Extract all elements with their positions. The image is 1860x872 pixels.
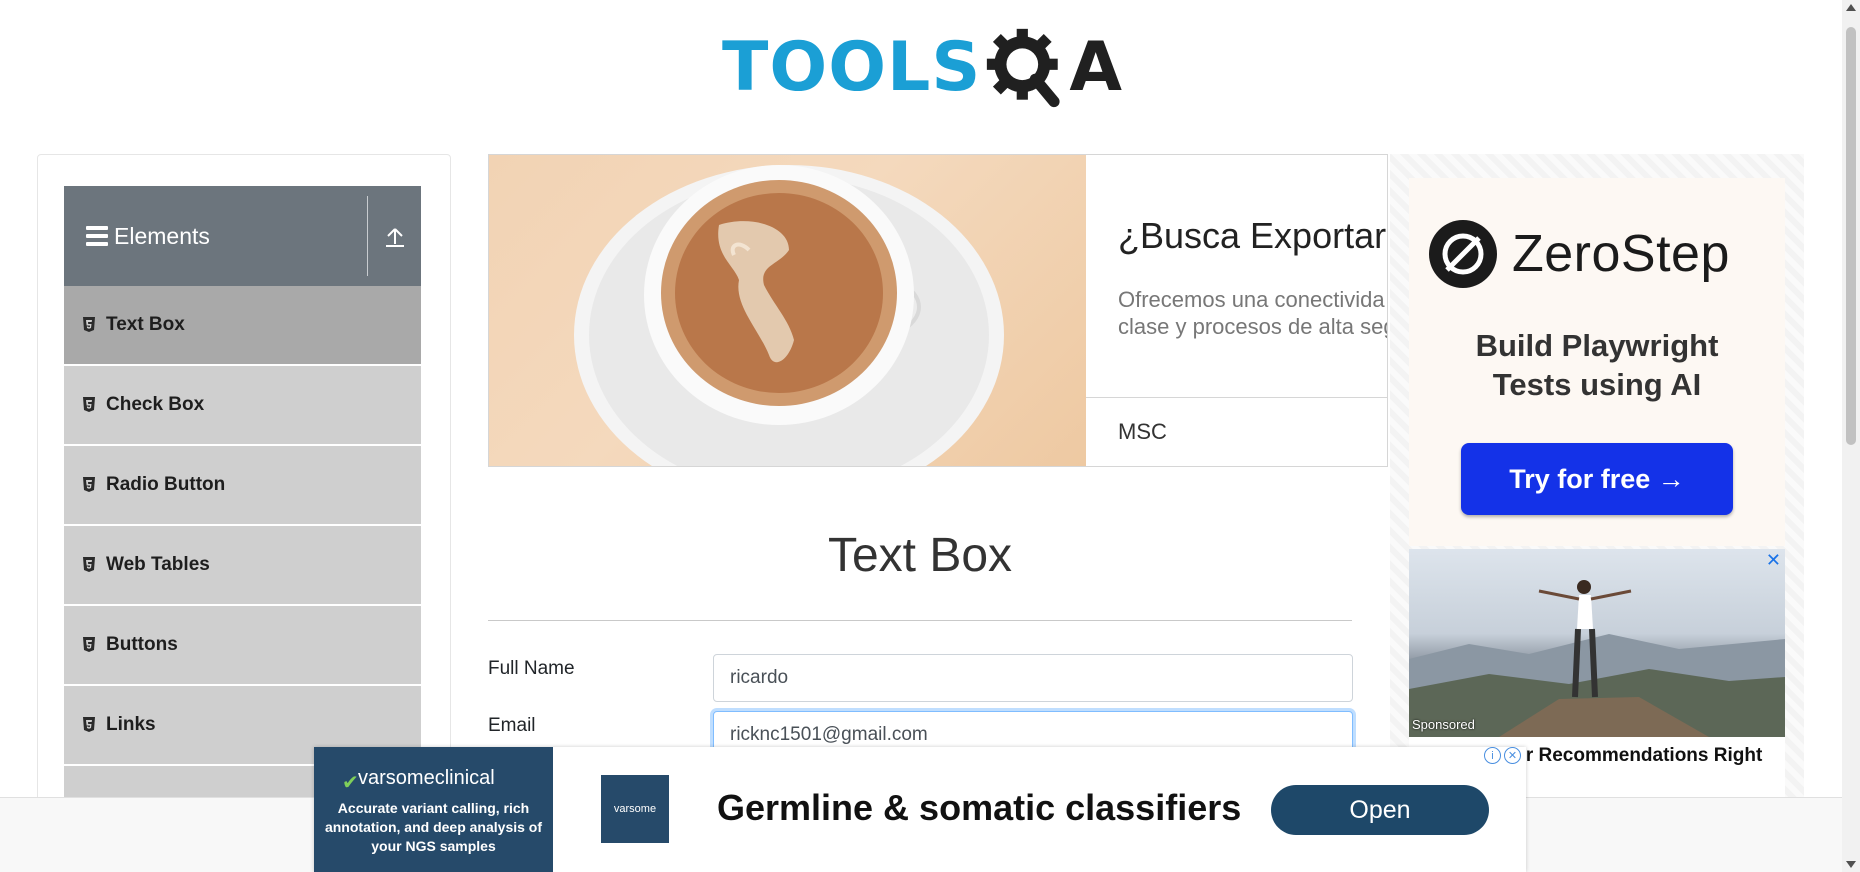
sidebar-item-check-box[interactable]: Check Box <box>64 366 421 446</box>
logo-suffix: A <box>1069 27 1122 107</box>
page: TOOLS A Elements Text Box Check Box Radi… <box>0 0 1860 872</box>
banner-copy: ¿Busca Exportar Ofrecemos una conectivid… <box>1086 155 1388 466</box>
banner-divider <box>1086 397 1387 398</box>
varsome-brand: varsomeclinical <box>358 767 495 789</box>
html5-icon <box>83 717 95 732</box>
sidebar-item-buttons[interactable]: Buttons <box>64 606 421 686</box>
elements-group-header[interactable]: Elements <box>64 186 421 286</box>
page-title: Text Box <box>827 529 1013 582</box>
scrollbar-thumb[interactable] <box>1846 27 1856 445</box>
html5-icon <box>83 637 95 652</box>
hamburger-icon <box>86 226 108 246</box>
banner-body-line: Ofrecemos una conectivida <box>1118 287 1385 312</box>
coffee-cup-image <box>489 155 1086 466</box>
mountain-photo <box>1409 549 1785 737</box>
banner-ad[interactable]: ¿Busca Exportar Ofrecemos una conectivid… <box>488 154 1388 467</box>
bottom-ad[interactable]: ✔ varsomeclinical Accurate variant calli… <box>314 747 1526 872</box>
vertical-scrollbar[interactable] <box>1842 0 1860 872</box>
scroll-up-arrow-icon[interactable] <box>1846 4 1856 11</box>
magnifier-gear-icon <box>987 28 1060 107</box>
bottom-ad-headline: Germline & somatic classifiers <box>717 787 1242 828</box>
sidebar-item-label: Buttons <box>106 634 178 655</box>
scroll-down-arrow-icon[interactable] <box>1846 861 1856 868</box>
banner-body: Ofrecemos una conectivida clase y proces… <box>1118 286 1388 340</box>
sidebar-item-web-tables[interactable]: Web Tables <box>64 526 421 606</box>
group-title: Elements <box>114 222 210 249</box>
email-label: Email <box>488 715 536 736</box>
zerostep-tagline: Build Playwright Tests using AI <box>1409 326 1785 404</box>
checkmark-icon: ✔ <box>342 772 359 794</box>
full-name-input[interactable]: ricardo <box>713 654 1353 702</box>
sponsored-label: Sponsored <box>1412 717 1475 732</box>
ad-choices[interactable]: i ✕ <box>1484 747 1524 765</box>
varsome-panel: ✔ varsomeclinical Accurate variant calli… <box>314 747 553 872</box>
zerostep-brand: ZeroStep <box>1512 225 1730 283</box>
zerostep-ad[interactable]: ZeroStep Build Playwright Tests using AI… <box>1409 178 1785 546</box>
logo-text: TOOLS <box>722 27 982 107</box>
sidebar-item-radio-button[interactable]: Radio Button <box>64 446 421 526</box>
sidebar-item-label: Text Box <box>106 314 185 335</box>
sidebar-item-label: Check Box <box>106 394 205 415</box>
sidebar-item-label: Web Tables <box>106 554 210 575</box>
banner-body-line: clase y procesos de alta seg <box>1118 314 1388 339</box>
close-icon[interactable]: ✕ <box>1504 747 1521 764</box>
toolsqa-logo[interactable]: TOOLS A <box>722 20 1122 115</box>
banner-headline: ¿Busca Exportar <box>1118 215 1387 256</box>
varsome-mini-logo: varsome <box>601 775 669 843</box>
zerostep-tagline-line: Tests using AI <box>1492 367 1702 402</box>
html5-icon <box>83 317 95 332</box>
varsome-description: Accurate variant calling, rich annotatio… <box>324 800 543 854</box>
title-divider <box>488 620 1352 621</box>
try-for-free-button[interactable]: Try for free → <box>1461 443 1733 515</box>
sidebar-item-label: Radio Button <box>106 474 226 495</box>
html5-icon <box>83 557 95 572</box>
full-name-label: Full Name <box>488 658 575 679</box>
html5-icon <box>83 477 95 492</box>
sidebar-item-text-box[interactable]: Text Box <box>64 286 421 366</box>
info-icon[interactable]: i <box>1484 747 1501 764</box>
header-divider <box>367 196 368 276</box>
html5-icon <box>83 397 95 412</box>
banner-brand: MSC <box>1118 419 1167 444</box>
close-icon[interactable]: ✕ <box>1766 551 1781 569</box>
collapse-icon[interactable] <box>382 222 408 250</box>
zerostep-tagline-line: Build Playwright <box>1475 328 1719 363</box>
zerostep-logo-icon <box>1429 220 1497 288</box>
sidebar-item-label: Links <box>106 714 156 735</box>
open-button[interactable]: Open <box>1271 785 1489 835</box>
